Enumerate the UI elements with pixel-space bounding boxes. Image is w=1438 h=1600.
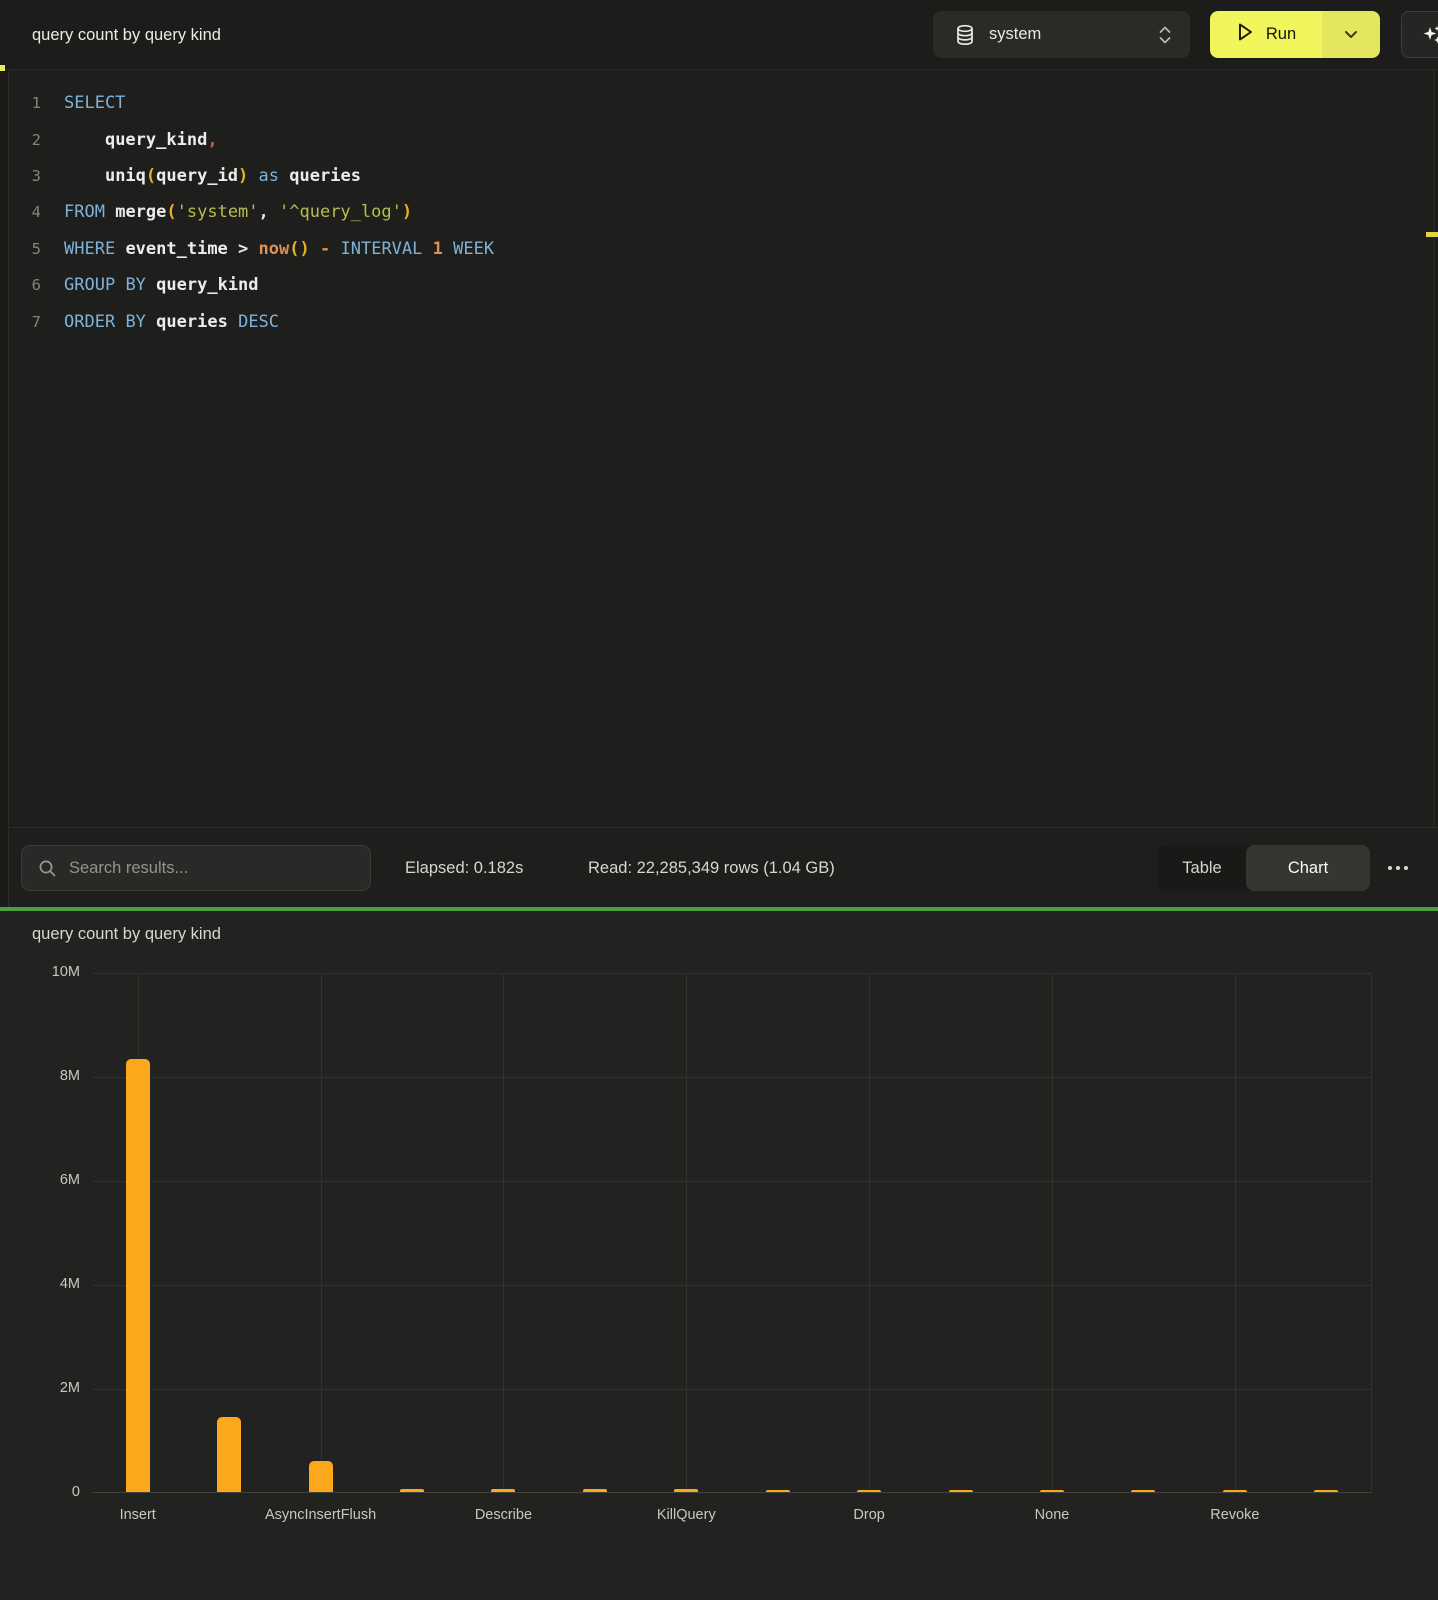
bar-unlabeled <box>1314 1490 1338 1492</box>
header: query count by query kind system <box>0 0 1438 70</box>
view-toggle: Table Chart <box>1158 845 1370 891</box>
run-button-label: Run <box>1266 25 1296 44</box>
code-line: 3 uniq(query_id) as queries <box>9 158 1434 194</box>
y-axis-label: 10M <box>22 964 80 980</box>
bar-unlabeled <box>217 1417 241 1492</box>
line-number: 6 <box>9 276 41 294</box>
bar-unlabeled <box>400 1489 424 1492</box>
sparkles-icon <box>1420 23 1438 47</box>
y-axis-label: 4M <box>22 1276 80 1292</box>
bar-Describe <box>491 1489 515 1492</box>
read-stat: Read: 22,285,349 rows (1.04 GB) <box>588 828 835 908</box>
code-line: 6GROUP BY query_kind <box>9 267 1434 303</box>
database-icon <box>955 24 975 46</box>
gridline <box>869 973 870 1493</box>
line-number: 2 <box>9 131 41 149</box>
gridline <box>92 1285 1372 1286</box>
search-input[interactable] <box>69 859 349 878</box>
line-number: 4 <box>9 203 41 221</box>
bar-unlabeled <box>583 1489 607 1492</box>
gridline <box>1371 973 1372 1493</box>
bar-chart-plot <box>92 973 1372 1493</box>
y-axis-label: 8M <box>22 1068 80 1084</box>
more-options-button[interactable] <box>1380 856 1416 880</box>
chart-title: query count by query kind <box>32 925 221 944</box>
line-number: 7 <box>9 313 41 331</box>
gridline <box>92 1077 1372 1078</box>
search-icon <box>38 859 57 878</box>
query-title: query count by query kind <box>32 0 221 70</box>
database-selector-value: system <box>989 25 1041 44</box>
y-axis-label: 2M <box>22 1380 80 1396</box>
x-axis-label: Describe <box>475 1507 532 1523</box>
tab-table[interactable]: Table <box>1158 845 1246 891</box>
run-button[interactable]: Run <box>1210 11 1322 58</box>
bar-Insert <box>126 1059 150 1492</box>
y-axis-label: 0 <box>22 1484 80 1500</box>
gridline <box>1052 973 1053 1493</box>
code-line: 4FROM merge('system', '^query_log') <box>9 194 1434 230</box>
gridline <box>1235 973 1236 1493</box>
sql-editor[interactable]: 1SELECT2 query_kind,3 uniq(query_id) as … <box>9 70 1434 827</box>
bar-Revoke <box>1223 1490 1247 1492</box>
x-axis-label: Drop <box>853 1507 884 1523</box>
x-axis-label: Revoke <box>1210 1507 1259 1523</box>
bar-KillQuery <box>674 1489 698 1492</box>
bar-unlabeled <box>1131 1490 1155 1492</box>
line-number: 5 <box>9 240 41 258</box>
line-number: 3 <box>9 167 41 185</box>
line-number: 1 <box>9 94 41 112</box>
gridline <box>321 973 322 1493</box>
editor-scrollbar-marker <box>1426 232 1438 237</box>
gridline <box>92 1181 1372 1182</box>
database-selector[interactable]: system <box>933 11 1190 58</box>
code-line: 1SELECT <box>9 85 1434 121</box>
sql-console: query count by query kind system <box>0 0 1438 1600</box>
left-edge-marker <box>0 65 5 71</box>
code-line: 5WHERE event_time > now() - INTERVAL 1 W… <box>9 231 1434 267</box>
ai-assist-button[interactable] <box>1401 11 1438 58</box>
x-axis-label: None <box>1035 1507 1070 1523</box>
dots-icon <box>1388 866 1392 870</box>
code-line: 2 query_kind, <box>9 121 1434 157</box>
bar-unlabeled <box>766 1490 790 1492</box>
chart-panel: query count by query kind 10M 8M 6M 4M 2M 0 I… <box>0 911 1438 1600</box>
search-box[interactable] <box>21 845 371 891</box>
chevron-updown-icon <box>1158 26 1172 44</box>
editor-scrollbar-track[interactable] <box>1434 70 1438 827</box>
x-axis-label: KillQuery <box>657 1507 716 1523</box>
run-options-button[interactable] <box>1322 11 1380 58</box>
bar-unlabeled <box>949 1490 973 1492</box>
chevron-down-icon <box>1344 26 1358 44</box>
gridline <box>92 973 1372 974</box>
run-split-button: Run <box>1210 11 1380 58</box>
results-toolbar: Elapsed: 0.182s Read: 22,285,349 rows (1… <box>9 827 1438 907</box>
y-axis-label: 6M <box>22 1172 80 1188</box>
gridline <box>503 973 504 1493</box>
play-icon <box>1236 22 1254 47</box>
code-line: 7ORDER BY queries DESC <box>9 303 1434 339</box>
gridline <box>92 1389 1372 1390</box>
editor-left-rail <box>0 70 9 907</box>
bar-None <box>1040 1490 1064 1492</box>
gridline <box>686 973 687 1493</box>
x-axis-label: Insert <box>120 1507 156 1523</box>
elapsed-stat: Elapsed: 0.182s <box>405 828 523 908</box>
x-axis-label: AsyncInsertFlush <box>265 1507 376 1523</box>
tab-chart[interactable]: Chart <box>1246 845 1370 891</box>
bar-Drop <box>857 1490 881 1492</box>
bar-AsyncInsertFlush <box>309 1461 333 1492</box>
